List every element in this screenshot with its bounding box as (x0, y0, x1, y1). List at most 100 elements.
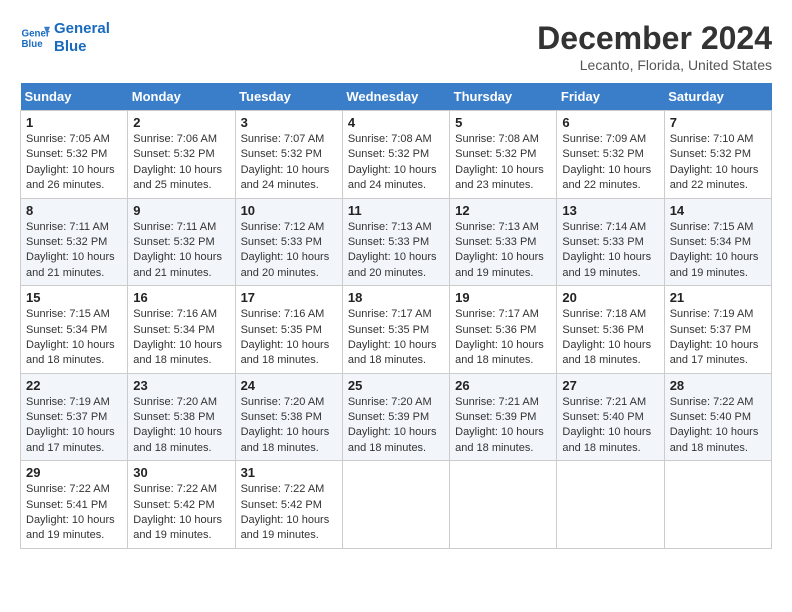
day-number: 28 (670, 378, 766, 393)
col-sunday: Sunday (21, 83, 128, 111)
daylight-label: Daylight: 10 hours and 24 minutes. (241, 164, 330, 191)
day-number: 16 (133, 290, 229, 305)
day-number: 7 (670, 115, 766, 130)
sunset-label: Sunset: 5:32 PM (455, 148, 536, 160)
day-number: 19 (455, 290, 551, 305)
calendar-table: Sunday Monday Tuesday Wednesday Thursday… (20, 83, 772, 549)
day-info: Sunrise: 7:07 AM Sunset: 5:32 PM Dayligh… (241, 132, 337, 194)
day-cell: 28 Sunrise: 7:22 AM Sunset: 5:40 PM Dayl… (664, 373, 771, 461)
day-number: 2 (133, 115, 229, 130)
day-number: 9 (133, 203, 229, 218)
day-number: 8 (26, 203, 122, 218)
daylight-label: Daylight: 10 hours and 23 minutes. (455, 164, 544, 191)
day-cell: 23 Sunrise: 7:20 AM Sunset: 5:38 PM Dayl… (128, 373, 235, 461)
sunrise-label: Sunrise: 7:15 AM (670, 221, 754, 233)
day-info: Sunrise: 7:06 AM Sunset: 5:32 PM Dayligh… (133, 132, 229, 194)
day-info: Sunrise: 7:22 AM Sunset: 5:42 PM Dayligh… (241, 482, 337, 544)
daylight-label: Daylight: 10 hours and 21 minutes. (26, 251, 115, 278)
day-cell (342, 461, 449, 549)
day-info: Sunrise: 7:18 AM Sunset: 5:36 PM Dayligh… (562, 307, 658, 369)
day-cell: 11 Sunrise: 7:13 AM Sunset: 5:33 PM Dayl… (342, 198, 449, 286)
sunset-label: Sunset: 5:32 PM (670, 148, 751, 160)
day-cell: 17 Sunrise: 7:16 AM Sunset: 5:35 PM Dayl… (235, 286, 342, 374)
day-cell (664, 461, 771, 549)
sunset-label: Sunset: 5:42 PM (241, 499, 322, 511)
day-number: 3 (241, 115, 337, 130)
logo-icon: General Blue (20, 23, 50, 53)
day-info: Sunrise: 7:19 AM Sunset: 5:37 PM Dayligh… (670, 307, 766, 369)
sunrise-label: Sunrise: 7:16 AM (241, 308, 325, 320)
daylight-label: Daylight: 10 hours and 18 minutes. (348, 339, 437, 366)
sunset-label: Sunset: 5:34 PM (133, 324, 214, 336)
day-cell: 3 Sunrise: 7:07 AM Sunset: 5:32 PM Dayli… (235, 111, 342, 199)
daylight-label: Daylight: 10 hours and 25 minutes. (133, 164, 222, 191)
day-number: 21 (670, 290, 766, 305)
sunset-label: Sunset: 5:33 PM (562, 236, 643, 248)
sunset-label: Sunset: 5:32 PM (241, 148, 322, 160)
day-number: 10 (241, 203, 337, 218)
daylight-label: Daylight: 10 hours and 24 minutes. (348, 164, 437, 191)
day-info: Sunrise: 7:22 AM Sunset: 5:40 PM Dayligh… (670, 395, 766, 457)
day-cell: 7 Sunrise: 7:10 AM Sunset: 5:32 PM Dayli… (664, 111, 771, 199)
day-info: Sunrise: 7:05 AM Sunset: 5:32 PM Dayligh… (26, 132, 122, 194)
day-number: 1 (26, 115, 122, 130)
daylight-label: Daylight: 10 hours and 21 minutes. (133, 251, 222, 278)
day-cell: 4 Sunrise: 7:08 AM Sunset: 5:32 PM Dayli… (342, 111, 449, 199)
sunrise-label: Sunrise: 7:20 AM (133, 396, 217, 408)
daylight-label: Daylight: 10 hours and 18 minutes. (133, 339, 222, 366)
day-info: Sunrise: 7:16 AM Sunset: 5:34 PM Dayligh… (133, 307, 229, 369)
day-number: 29 (26, 465, 122, 480)
day-info: Sunrise: 7:09 AM Sunset: 5:32 PM Dayligh… (562, 132, 658, 194)
day-cell (557, 461, 664, 549)
sunset-label: Sunset: 5:40 PM (670, 411, 751, 423)
header-row: Sunday Monday Tuesday Wednesday Thursday… (21, 83, 772, 111)
day-number: 12 (455, 203, 551, 218)
day-number: 13 (562, 203, 658, 218)
sunrise-label: Sunrise: 7:07 AM (241, 133, 325, 145)
day-cell: 19 Sunrise: 7:17 AM Sunset: 5:36 PM Dayl… (450, 286, 557, 374)
day-number: 11 (348, 203, 444, 218)
day-info: Sunrise: 7:20 AM Sunset: 5:38 PM Dayligh… (241, 395, 337, 457)
daylight-label: Daylight: 10 hours and 17 minutes. (26, 426, 115, 453)
day-number: 24 (241, 378, 337, 393)
sunrise-label: Sunrise: 7:14 AM (562, 221, 646, 233)
daylight-label: Daylight: 10 hours and 18 minutes. (348, 426, 437, 453)
week-row-2: 8 Sunrise: 7:11 AM Sunset: 5:32 PM Dayli… (21, 198, 772, 286)
sunset-label: Sunset: 5:32 PM (26, 148, 107, 160)
day-number: 20 (562, 290, 658, 305)
daylight-label: Daylight: 10 hours and 18 minutes. (670, 426, 759, 453)
day-number: 22 (26, 378, 122, 393)
daylight-label: Daylight: 10 hours and 18 minutes. (455, 339, 544, 366)
sunset-label: Sunset: 5:33 PM (455, 236, 536, 248)
sunset-label: Sunset: 5:34 PM (26, 324, 107, 336)
daylight-label: Daylight: 10 hours and 22 minutes. (562, 164, 651, 191)
day-info: Sunrise: 7:15 AM Sunset: 5:34 PM Dayligh… (26, 307, 122, 369)
day-number: 18 (348, 290, 444, 305)
sunrise-label: Sunrise: 7:20 AM (348, 396, 432, 408)
sunrise-label: Sunrise: 7:21 AM (455, 396, 539, 408)
day-cell: 26 Sunrise: 7:21 AM Sunset: 5:39 PM Dayl… (450, 373, 557, 461)
day-number: 14 (670, 203, 766, 218)
day-info: Sunrise: 7:08 AM Sunset: 5:32 PM Dayligh… (348, 132, 444, 194)
day-number: 23 (133, 378, 229, 393)
day-number: 4 (348, 115, 444, 130)
col-monday: Monday (128, 83, 235, 111)
sunrise-label: Sunrise: 7:13 AM (348, 221, 432, 233)
day-cell: 27 Sunrise: 7:21 AM Sunset: 5:40 PM Dayl… (557, 373, 664, 461)
col-thursday: Thursday (450, 83, 557, 111)
sunrise-label: Sunrise: 7:10 AM (670, 133, 754, 145)
sunset-label: Sunset: 5:39 PM (348, 411, 429, 423)
day-number: 30 (133, 465, 229, 480)
day-cell: 30 Sunrise: 7:22 AM Sunset: 5:42 PM Dayl… (128, 461, 235, 549)
day-cell: 29 Sunrise: 7:22 AM Sunset: 5:41 PM Dayl… (21, 461, 128, 549)
day-cell: 16 Sunrise: 7:16 AM Sunset: 5:34 PM Dayl… (128, 286, 235, 374)
day-cell: 6 Sunrise: 7:09 AM Sunset: 5:32 PM Dayli… (557, 111, 664, 199)
day-info: Sunrise: 7:17 AM Sunset: 5:35 PM Dayligh… (348, 307, 444, 369)
sunrise-label: Sunrise: 7:18 AM (562, 308, 646, 320)
day-cell: 2 Sunrise: 7:06 AM Sunset: 5:32 PM Dayli… (128, 111, 235, 199)
day-cell: 31 Sunrise: 7:22 AM Sunset: 5:42 PM Dayl… (235, 461, 342, 549)
sunrise-label: Sunrise: 7:05 AM (26, 133, 110, 145)
sunset-label: Sunset: 5:33 PM (348, 236, 429, 248)
day-cell: 13 Sunrise: 7:14 AM Sunset: 5:33 PM Dayl… (557, 198, 664, 286)
sunrise-label: Sunrise: 7:19 AM (670, 308, 754, 320)
